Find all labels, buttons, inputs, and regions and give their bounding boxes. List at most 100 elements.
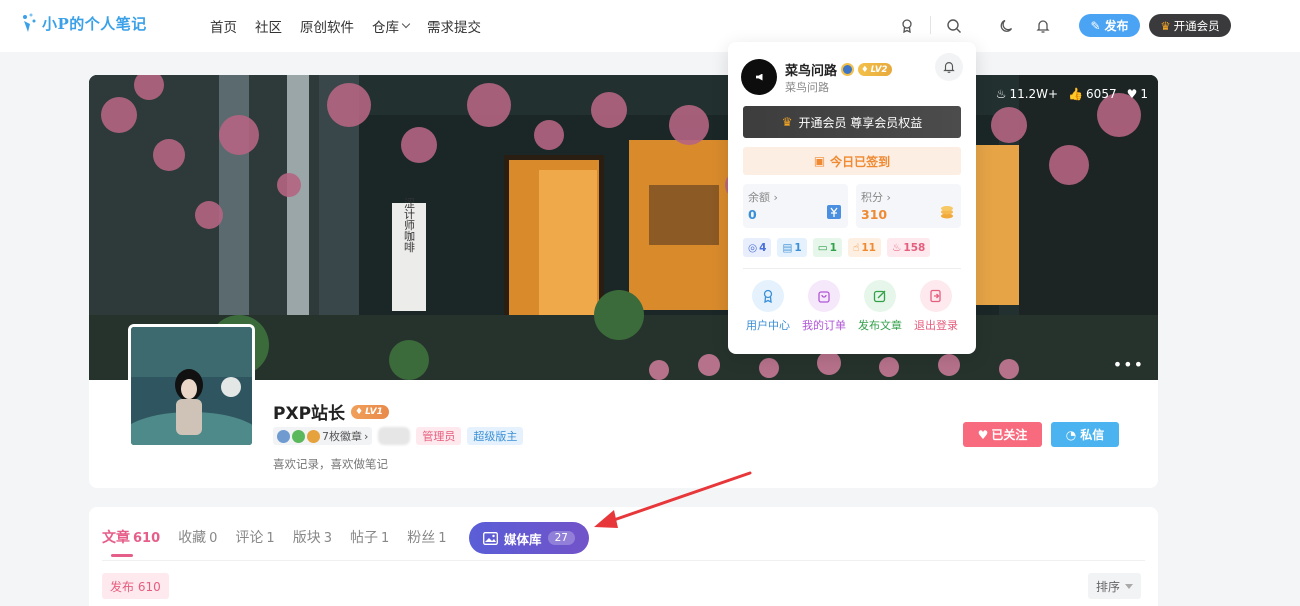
vip-button[interactable]: ♛ 开通会员 xyxy=(1149,14,1231,37)
logo-icon xyxy=(20,12,38,34)
profile-badges: 7枚徽章 › 管理员 超级版主 xyxy=(273,427,524,445)
shield-icon: ♦ xyxy=(355,406,364,417)
dropdown-vip-button[interactable]: ♛ 开通会员 尊享会员权益 xyxy=(743,106,961,138)
search-icon[interactable] xyxy=(942,14,966,38)
likes-count-chip[interactable]: ☝ 11 xyxy=(847,238,881,257)
nav-community[interactable]: 社区 xyxy=(255,16,282,36)
tab-count: 3 xyxy=(323,531,332,546)
logout-link[interactable]: 退出登录 xyxy=(909,280,963,333)
media-library-label: 媒体库 xyxy=(504,531,542,547)
tab-articles[interactable]: 文章 610 xyxy=(102,527,161,557)
publish-article-link[interactable]: 发布文章 xyxy=(853,280,907,333)
caret-down-icon xyxy=(1125,583,1134,589)
posts-count-chip[interactable]: ▤ 1 xyxy=(777,238,807,257)
site-logo[interactable]: 小P的个人笔记 xyxy=(20,12,147,34)
dropdown-bell-icon[interactable] xyxy=(935,53,963,81)
comments-count-chip[interactable]: ◎ 4 xyxy=(743,238,772,257)
tab-label: 粉丝 xyxy=(407,530,436,546)
tab-count: 1 xyxy=(380,531,390,546)
views-count: 11.2W+ xyxy=(1009,87,1059,101)
medals-chip[interactable]: 7枚徽章 › xyxy=(273,427,373,445)
calendar-check-icon: ▣ xyxy=(813,154,826,168)
comment-icon: ◎ xyxy=(748,241,758,254)
profile-name-row: PXP站长 ♦ LV1 xyxy=(273,399,389,424)
media-library-button[interactable]: 媒体库 27 xyxy=(469,522,589,554)
nav-repo-label: 仓库 xyxy=(372,20,399,36)
annotation-arrow xyxy=(594,471,752,528)
speaker-icon xyxy=(755,73,763,81)
tab-label: 版块 xyxy=(292,530,321,546)
nav-home[interactable]: 首页 xyxy=(210,16,237,36)
image-icon xyxy=(483,531,498,545)
balance-value: 0 xyxy=(748,207,757,222)
points-box[interactable]: 积分 › 310 xyxy=(856,184,961,228)
pencil-icon: ✎ xyxy=(1090,18,1101,33)
message-label: 私信 xyxy=(1080,428,1105,442)
tab-favorites[interactable]: 收藏 0 xyxy=(178,527,217,547)
tab-fans[interactable]: 粉丝 1 xyxy=(407,527,446,547)
dropdown-avatar[interactable] xyxy=(741,59,777,95)
follow-button[interactable]: ♥ 已关注 xyxy=(963,422,1042,447)
sort-label: 排序 xyxy=(1096,579,1121,594)
my-orders-link[interactable]: 我的订单 xyxy=(797,280,851,333)
tabs-divider xyxy=(102,560,1145,561)
nav-repo[interactable]: 仓库 xyxy=(372,16,411,36)
medal-icon xyxy=(292,429,305,443)
balance-label: 余额 › xyxy=(748,191,778,204)
document-icon: ▤ xyxy=(782,241,793,254)
tab-count: 610 xyxy=(133,531,161,546)
follow-label: 已关注 xyxy=(991,428,1028,442)
nav-software[interactable]: 原创软件 xyxy=(300,16,354,36)
user-center-link[interactable]: 用户中心 xyxy=(741,280,795,333)
tab-sections[interactable]: 版块 3 xyxy=(293,527,332,547)
dropdown-actions: 用户中心 我的订单 发布文章 退出登录 xyxy=(741,280,963,333)
publish-filter-chip[interactable]: 发布 610 xyxy=(102,573,169,599)
dropdown-vip-label: 开通会员 尊享会员权益 xyxy=(798,115,923,130)
user-avatar[interactable] xyxy=(128,324,255,448)
profile-card: 涩计师咖啡 ♨ 11.2W+ 👍 6057 ♥ 1 ••• PXP站长 ♦ LV… xyxy=(89,75,1158,488)
media-library-count: 27 xyxy=(547,531,575,545)
publish-article-label: 发布文章 xyxy=(858,319,902,332)
vip-label: 开通会员 xyxy=(1173,18,1220,33)
dropdown-counts: ◎ 4 ▤ 1 ▭ 1 ☝ 11 ♨ 158 xyxy=(743,238,931,257)
user-dropdown-panel: 菜鸟问路 ♦ LV2 菜鸟问路 ♛ 开通会员 尊享会员权益 ▣ 今日已签到 余额 … xyxy=(728,42,976,354)
moon-icon[interactable] xyxy=(995,14,1019,38)
crown-icon: ♛ xyxy=(1160,18,1171,33)
message-button[interactable]: ◔ 私信 xyxy=(1051,422,1119,447)
bell-icon[interactable] xyxy=(1031,14,1055,38)
views-stat: ♨ 11.2W+ xyxy=(996,87,1058,101)
fire-count-chip[interactable]: ♨ 158 xyxy=(886,238,931,257)
sort-dropdown[interactable]: 排序 xyxy=(1088,573,1142,599)
more-options-icon[interactable]: ••• xyxy=(1113,355,1144,374)
likes-count: 6057 xyxy=(1086,87,1117,101)
replies-count-chip[interactable]: ▭ 1 xyxy=(812,238,842,257)
tab-comments[interactable]: 评论 1 xyxy=(235,527,274,547)
cover-sign: 涩计师咖啡 xyxy=(403,197,416,252)
tab-count: 0 xyxy=(209,531,218,546)
tab-label: 收藏 xyxy=(178,530,207,546)
thumbs-up-icon: 👍 xyxy=(1068,87,1084,101)
checkin-label: 今日已签到 xyxy=(830,154,891,169)
tab-label: 文章 xyxy=(102,530,130,546)
user-center-label: 用户中心 xyxy=(746,319,790,332)
logo-text: 小P的个人笔记 xyxy=(42,14,147,33)
favorites-count: 1 xyxy=(1140,87,1148,101)
checkin-button[interactable]: ▣ 今日已签到 xyxy=(743,147,961,175)
points-label: 积分 › xyxy=(861,191,891,204)
cover-stats: ♨ 11.2W+ 👍 6057 ♥ 1 xyxy=(996,87,1148,101)
heart-icon: ♥ xyxy=(977,427,989,442)
medal-icon xyxy=(277,429,290,443)
nav-request[interactable]: 需求提交 xyxy=(427,16,481,36)
points-value: 310 xyxy=(861,207,888,222)
dropdown-username: 菜鸟问路 xyxy=(785,64,838,79)
balance-box[interactable]: 余额 › 0 xyxy=(743,184,848,228)
badge-icon[interactable] xyxy=(895,14,919,38)
tab-posts[interactable]: 帖子 1 xyxy=(350,527,389,547)
wallet-icon xyxy=(827,205,841,219)
dropdown-divider xyxy=(743,268,961,269)
medal-icon xyxy=(841,63,855,76)
hidden-badge xyxy=(378,427,411,445)
role-tag-admin: 管理员 xyxy=(416,427,462,445)
publish-button[interactable]: ✎ 发布 xyxy=(1079,14,1140,37)
profile-tabs: 文章 610 收藏 0 评论 1 版块 3 帖子 1 粉丝 1 xyxy=(102,527,447,557)
